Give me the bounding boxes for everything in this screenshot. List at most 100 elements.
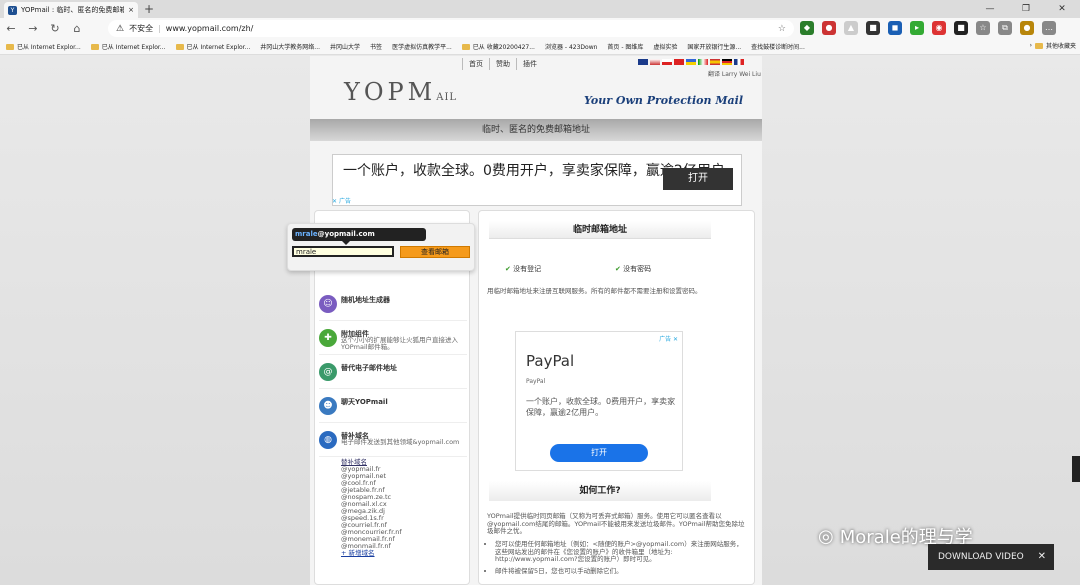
flag-spain-icon[interactable] xyxy=(710,59,720,65)
ad-choices-label[interactable]: ✕ 广告 xyxy=(332,196,351,205)
collections-icon[interactable]: ⧉ xyxy=(998,21,1012,35)
extension-green-icon[interactable]: ▸ xyxy=(910,21,924,35)
how-it-works-list: 您可以使用任何邮箱地址（例如：<随便的账户>@yopmail.com）来注册网站… xyxy=(495,540,749,579)
nav-home[interactable]: 首页 xyxy=(462,58,489,70)
profile-avatar[interactable]: ● xyxy=(1020,21,1034,35)
bookmark-label: 已从 Internet Explor... xyxy=(101,44,166,51)
ad-choices-icon[interactable]: 广告 ✕ xyxy=(659,334,678,343)
nav-plugins[interactable]: 插件 xyxy=(516,58,543,70)
extension-black-icon[interactable]: ■ xyxy=(954,21,968,35)
checkmark-icon: ✔ xyxy=(615,265,621,273)
bookmark-item[interactable]: 虚拟实验 xyxy=(653,42,677,51)
folder-icon xyxy=(6,43,14,50)
browser-tab[interactable]: Y YOPmail : 临时、匿名的免费邮箱地址 × xyxy=(4,2,138,18)
feature-alternate-address[interactable]: @ 替代电子邮件地址 xyxy=(319,361,467,389)
check-inbox-button[interactable]: 查看邮箱 xyxy=(400,246,470,258)
url-field[interactable]: ⚠ 不安全 | www.yopmail.com/zh/ ☆ xyxy=(108,20,794,37)
feature-chat[interactable]: ☻ 聊天YOPmail xyxy=(319,395,467,423)
ad-open-button[interactable]: 打开 xyxy=(663,168,733,190)
close-window-icon[interactable]: ✕ xyxy=(1044,0,1080,18)
bookmark-item[interactable]: 已从 Internet Explor... xyxy=(90,42,166,51)
paypal-open-button[interactable]: 打开 xyxy=(550,444,648,462)
feature-desc: 这个小小的扩展能够让火狐用户直接进入YOPmail邮件箱。 xyxy=(341,336,458,351)
ad-banner[interactable]: 一个账户，收款全球。0费用开户，享卖家保障，赢逾2亿用户。 打开 xyxy=(332,154,742,206)
menu-icon[interactable]: … xyxy=(1042,21,1056,35)
favorite-star-icon[interactable]: ☆ xyxy=(778,24,786,34)
extension-blue-icon[interactable]: ◼ xyxy=(888,21,902,35)
more-domains-link[interactable]: + 新增域名 xyxy=(341,550,402,557)
left-column: mrale@yopmail.com mrale 查看邮箱 ☺ 随机地址生成器 ✚… xyxy=(287,210,475,585)
folder-icon xyxy=(175,43,184,50)
feature-alt-domains[interactable]: ◍ 替补域名 电子邮件发送到其他领域&yopmail.com xyxy=(319,429,467,457)
new-tab-button[interactable]: + xyxy=(144,2,154,16)
home-icon[interactable]: ⌂ xyxy=(66,22,88,35)
security-label: 不安全 xyxy=(129,24,154,33)
flag-poland-icon[interactable] xyxy=(662,59,672,65)
warning-icon: ⚠ xyxy=(116,23,125,34)
how-it-works-text: YOPmail提供临时同页邮箱（又称为可丢弃式邮箱）服务。使用它可以匿名查看以@… xyxy=(487,512,745,535)
bookmarks-bar: 已从 Internet Explor... 已从 Internet Explor… xyxy=(0,39,1080,55)
tab-title: YOPmail : 临时、匿名的免费邮箱地址 xyxy=(21,6,125,14)
checkmark-icon: ✔ xyxy=(505,265,511,273)
bookmark-item[interactable]: 医学虚拟仿真教学平... xyxy=(392,42,452,51)
extension-dark-icon[interactable]: ■ xyxy=(866,21,880,35)
mailbox-input[interactable]: mrale xyxy=(292,246,394,257)
bookmark-item[interactable]: 首页 - 图维库 xyxy=(607,42,643,51)
bookmark-label: 国家开放银行生源... xyxy=(687,44,742,51)
extension-pink-icon[interactable]: ◉ xyxy=(932,21,946,35)
scrollbar-handle[interactable] xyxy=(1072,456,1080,482)
right-column: 临时邮箱地址 ✔ 没有登记 ✔ 没有密码 用临时邮箱地址来注册互联网服务。所有的… xyxy=(478,210,755,585)
feature-title: 随机地址生成器 xyxy=(341,296,390,304)
other-favorites[interactable]: › 其他收藏夹 xyxy=(1023,41,1076,50)
extension-red-icon[interactable]: ● xyxy=(822,21,836,35)
feature-random-generator[interactable]: ☺ 随机地址生成器 xyxy=(319,293,467,321)
bookmark-label: 已从 Internet Explor... xyxy=(17,44,81,51)
bookmark-item[interactable]: 已从 Internet Explor... xyxy=(175,42,250,51)
bookmark-item[interactable]: 浏览器 - 423Down xyxy=(545,42,597,51)
bookmark-item[interactable]: 已从 收藏20200427... xyxy=(461,42,535,51)
extension-grey-icon[interactable]: ▲ xyxy=(844,21,858,35)
bookmark-item[interactable]: 国家开放银行生源... xyxy=(687,42,741,51)
flag-uk-icon[interactable] xyxy=(638,59,648,65)
flag-russia-icon[interactable] xyxy=(650,59,660,65)
tooltip-name: mrale xyxy=(295,230,318,238)
download-video-bar[interactable]: DOWNLOAD VIDEO ✕ xyxy=(928,544,1054,570)
bookmark-item[interactable]: 已从 Internet Explor... xyxy=(6,42,81,51)
window-controls: — ❐ ✕ xyxy=(972,0,1080,18)
close-download-icon[interactable]: ✕ xyxy=(1038,544,1046,570)
back-icon[interactable]: ← xyxy=(0,22,22,35)
bookmark-item[interactable]: 井冈山大学教务网络... xyxy=(260,42,320,51)
forward-icon[interactable]: → xyxy=(22,22,44,35)
site-top-nav: 首页 赞助 插件 xyxy=(462,58,543,70)
paypal-ad[interactable]: 广告 ✕ PayPal PayPal 一个账户，收款全球。0费用开户，享卖家保障… xyxy=(515,331,683,471)
page-title: 临时、匿名的免费邮箱地址 xyxy=(310,119,762,141)
download-label: DOWNLOAD VIDEO xyxy=(938,552,1024,562)
minimize-icon[interactable]: — xyxy=(972,0,1008,18)
favorites-icon[interactable]: ☆ xyxy=(976,21,990,35)
chevron-right-icon[interactable]: › xyxy=(1030,42,1032,49)
restore-icon[interactable]: ❐ xyxy=(1008,0,1044,18)
folder-icon xyxy=(461,43,470,50)
extensions-bar: ◆ ● ▲ ■ ◼ ▸ ◉ ■ ☆ ⧉ ● … xyxy=(800,21,1056,35)
mailbox-form: mrale@yopmail.com mrale 查看邮箱 xyxy=(287,223,475,271)
flag-france-icon[interactable] xyxy=(734,59,744,65)
bookmark-item[interactable]: 井冈山大学 xyxy=(330,42,360,51)
close-tab-icon[interactable]: × xyxy=(128,6,134,14)
feature-addons[interactable]: ✚ 附加组件 这个小小的扩展能够让火狐用户直接进入YOPmail邮件箱。 xyxy=(319,327,467,355)
domain-list: 替补域名 @yopmail.fr @yopmail.net @cool.fr.n… xyxy=(341,459,402,557)
flag-italy-icon[interactable] xyxy=(698,59,708,65)
bookmark-item[interactable]: 查找鼓楼诊断时间... xyxy=(751,42,805,51)
bookmark-item[interactable]: 书签 xyxy=(370,42,382,51)
no-registration: ✔ 没有登记 xyxy=(505,264,541,274)
yopmail-site: 首页 赞助 插件 翻译 Larry Wei Liu YOPMAIL Your O… xyxy=(287,56,762,585)
flag-china-icon[interactable] xyxy=(674,59,684,65)
how-it-works-title: 如何工作? xyxy=(489,481,711,501)
tooltip-domain: @yopmail.com xyxy=(317,230,375,238)
flag-germany-icon[interactable] xyxy=(722,59,732,65)
bookmark-label: 书签 xyxy=(370,44,383,51)
flag-ukraine-icon[interactable] xyxy=(686,59,696,65)
extension-shield-icon[interactable]: ◆ xyxy=(800,21,814,35)
nav-donate[interactable]: 赞助 xyxy=(489,58,516,70)
yopmail-logo[interactable]: YOPMAIL xyxy=(344,78,457,106)
refresh-icon[interactable]: ↻ xyxy=(44,22,66,35)
